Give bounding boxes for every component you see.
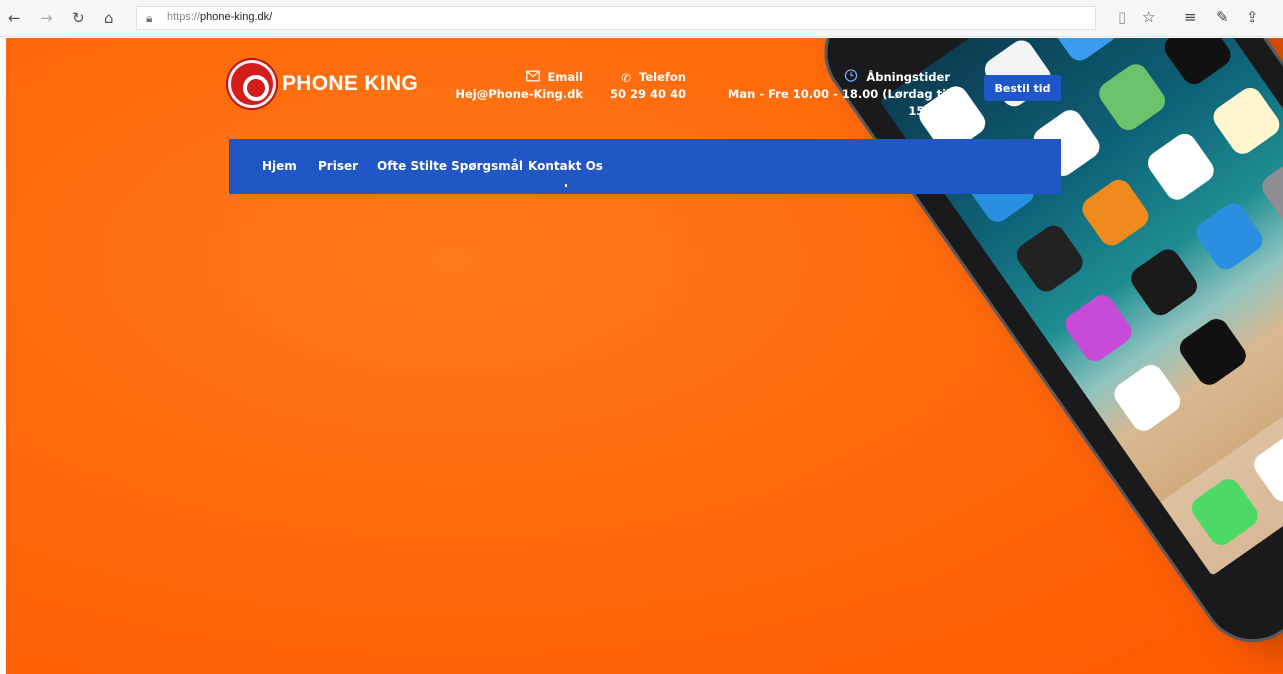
- hours-value: Man - Fre 10.00 - 18.00 (Lørdag til 15.0…: [727, 87, 950, 118]
- app-store-app-icon: [1192, 198, 1268, 274]
- favorites-list-icon[interactable]: ≡: [1184, 8, 1197, 26]
- logo-mark-icon: [228, 60, 276, 108]
- stocks-app-icon: [1012, 220, 1088, 297]
- notes-app-icon: [1208, 83, 1283, 159]
- opening-hours: Åbningstider Man - Fre 10.00 - 18.00 (Lø…: [714, 69, 950, 120]
- email-link[interactable]: Hej@Phone-King.dk: [453, 86, 583, 103]
- tv-app-icon: [1126, 244, 1202, 320]
- share-icon[interactable]: ⇪: [1246, 8, 1259, 26]
- maps-app-icon: [1094, 59, 1170, 135]
- phone-contact: ✆ Telefon 50 29 40 40: [598, 69, 686, 103]
- phone-app-icon: [1187, 474, 1263, 550]
- url-text[interactable]: https://phone-king.dk/: [167, 11, 272, 23]
- browser-toolbar: ← → ↻ ⌂ 🔒︎ https://phone-king.dk/ ▯ ☆ ≡ …: [0, 0, 1283, 37]
- main-navigation: Hjem Priser Ofte Stilte Spørgsmål Kontak…: [229, 139, 1061, 194]
- book-appointment-button[interactable]: Bestil tid: [984, 75, 1061, 101]
- hours-title-row: Åbningstider: [714, 69, 950, 86]
- phone-title: Telefon: [639, 70, 686, 84]
- health-app-icon: [1109, 360, 1185, 436]
- back-icon[interactable]: ←: [8, 9, 21, 27]
- site-logo[interactable]: PHONE KING: [228, 60, 418, 108]
- phone-title-row: ✆ Telefon: [598, 69, 686, 86]
- ibooks-app-icon: [1077, 175, 1153, 251]
- nav-item-kontakt[interactable]: Kontakt Os: [528, 159, 603, 187]
- mail-app-icon: [1045, 38, 1121, 66]
- hours-title: Åbningstider: [866, 70, 950, 84]
- pen-icon[interactable]: ✎: [1216, 8, 1229, 26]
- clock-app-icon: [1160, 38, 1236, 89]
- envelope-icon: [525, 70, 540, 82]
- iphone-illustration: [804, 38, 1283, 663]
- phone-link[interactable]: 50 29 40 40: [598, 86, 686, 103]
- nav-item-hjem[interactable]: Hjem: [262, 159, 297, 173]
- home-icon[interactable]: ⌂: [104, 9, 114, 27]
- email-contact: Email Hej@Phone-King.dk: [453, 69, 583, 103]
- settings-app-icon: [1257, 152, 1283, 229]
- nav-item-priser[interactable]: Priser: [318, 159, 358, 173]
- address-bar[interactable]: 🔒︎ https://phone-king.dk/: [136, 6, 1096, 30]
- forward-icon[interactable]: →: [40, 9, 53, 27]
- refresh-icon[interactable]: ↻: [72, 9, 85, 27]
- telephone-icon: ✆: [621, 71, 632, 85]
- logo-text: PHONE KING: [282, 72, 419, 95]
- itunes-store-app-icon: [1060, 290, 1137, 366]
- safari-app-icon: [1249, 430, 1283, 506]
- wallet-app-icon: [1175, 314, 1251, 390]
- email-title-row: Email: [453, 69, 583, 86]
- email-title: Email: [547, 70, 583, 84]
- home-app-icon: [1143, 129, 1219, 205]
- lock-icon: 🔒︎: [146, 11, 153, 25]
- favorite-star-icon[interactable]: ☆: [1142, 8, 1155, 26]
- url-host: phone-king.dk/: [200, 11, 273, 23]
- url-scheme: https://: [167, 11, 201, 23]
- hero-section: PHONE KING Email Hej@Phone-King.dk ✆ Tele…: [6, 38, 1283, 674]
- clock-icon: [845, 69, 858, 82]
- nav-item-faq[interactable]: Ofte Stilte Spørgsmål: [377, 159, 523, 173]
- reading-view-icon[interactable]: ▯: [1118, 8, 1126, 26]
